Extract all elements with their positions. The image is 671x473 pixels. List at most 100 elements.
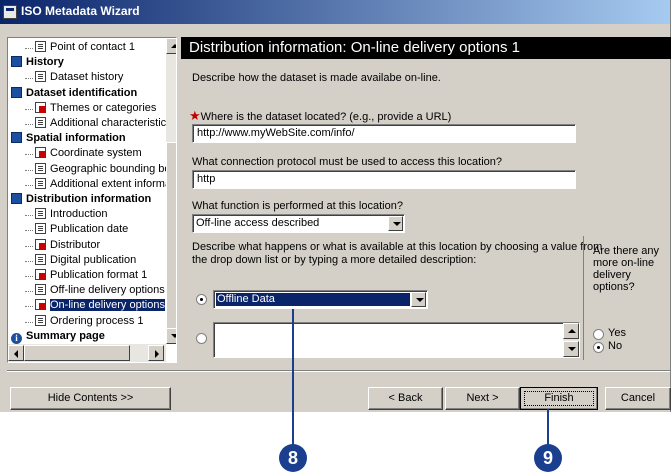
tree-item[interactable]: History [11, 55, 64, 70]
tree-connector [25, 245, 33, 247]
page-icon [35, 314, 46, 326]
describe-dropdown[interactable]: Offline Data [213, 290, 428, 309]
scroll-up-button[interactable] [166, 38, 176, 54]
tree-vertical-scrollbar[interactable] [166, 38, 176, 344]
tree-connector [25, 108, 33, 110]
tree-item-label: Dataset identification [26, 86, 138, 99]
tree-horizontal-scrollbar[interactable] [8, 344, 166, 362]
required-star-icon: ★ [189, 108, 201, 123]
tree-item[interactable]: Distributor [35, 238, 100, 253]
location-url-input[interactable]: http://www.myWebSite.com/info/ [192, 124, 576, 143]
scroll-right-button[interactable] [148, 345, 164, 361]
protocol-label: What connection protocol must be used to… [192, 156, 503, 168]
tree-item-label: Point of contact 1 [50, 41, 135, 53]
tree-item[interactable]: Publication date [35, 222, 128, 237]
scroll-thumb[interactable] [166, 142, 176, 330]
wizard-window: ISO Metadata Wizard Point of contact 1 Hi… [0, 0, 671, 412]
describe-type-radio[interactable] [196, 333, 207, 344]
hide-contents-button[interactable]: Hide Contents >> [10, 387, 171, 410]
callout-8: 8 [279, 444, 307, 472]
textarea-scroll-up[interactable] [563, 323, 579, 339]
more-options-question: Are there any more on-line delivery opti… [593, 245, 659, 293]
tree-item[interactable]: Off-line delivery options [35, 283, 165, 298]
location-label: Where is the dataset located? (e.g., pro… [200, 111, 452, 123]
tree-item-label: Ordering process 1 [50, 314, 144, 327]
yes-label: Yes [608, 327, 626, 339]
finish-button[interactable]: Finish [520, 387, 598, 410]
tree-connector [25, 291, 33, 293]
more-options-group: Are there any more on-line delivery opti… [583, 236, 670, 360]
book-icon [11, 193, 22, 204]
callout-8-line [292, 309, 294, 445]
describe-dropdown-value: Offline Data [217, 293, 275, 305]
tree-item[interactable]: Coordinate system [35, 146, 142, 161]
tree-item-label: Distributor [50, 238, 101, 251]
app-icon [3, 5, 17, 19]
tree-connector [25, 215, 33, 217]
page-icon [35, 71, 46, 83]
tree-item[interactable]: On-line delivery options [35, 298, 165, 313]
no-radio[interactable] [593, 342, 604, 353]
textarea-scroll-down[interactable] [563, 341, 579, 357]
cancel-button[interactable]: Cancel [605, 387, 671, 410]
tree-item[interactable]: Introduction [35, 207, 107, 222]
function-dropdown[interactable]: Off-line access described [192, 214, 405, 233]
describe-choose-radio[interactable] [196, 294, 207, 305]
tree-item[interactable]: Spatial information [11, 131, 126, 146]
tree-item[interactable]: Dataset history [35, 70, 123, 85]
tree-item-label: Themes or categories [50, 101, 157, 114]
tree-connector [25, 260, 33, 262]
tree-item[interactable]: Additional extent informa [35, 177, 171, 192]
tree-item-label: Digital publication [50, 253, 137, 266]
page-icon [35, 284, 46, 296]
describe-textarea[interactable] [213, 322, 580, 358]
required-page-icon [35, 147, 46, 159]
required-page-icon [35, 101, 46, 113]
callout-9-line [547, 409, 549, 445]
next-button[interactable]: Next > [445, 387, 520, 410]
info-icon: i [11, 332, 22, 344]
yes-radio[interactable] [593, 329, 604, 340]
tree-item-label: Additional characteristics [50, 117, 172, 129]
no-label: No [608, 340, 623, 352]
tree-item[interactable]: Geographic bounding bo [35, 162, 170, 177]
page-description: Describe how the dataset is made availab… [192, 72, 441, 84]
page-icon [35, 117, 46, 128]
scroll-left-button[interactable] [8, 345, 24, 361]
location-label-wrap: ★Where is the dataset located? (e.g., pr… [189, 108, 451, 124]
function-dropdown-value: Off-line access described [196, 217, 320, 229]
tree-item-label: On-line delivery options [50, 299, 165, 312]
tree-item[interactable]: Point of contact 1 [35, 40, 135, 55]
tree-connector [25, 124, 33, 125]
tree-item-label: Distribution information [26, 193, 152, 205]
tree-item[interactable]: Digital publication [35, 253, 136, 268]
tree-item[interactable]: Distribution information [11, 192, 151, 207]
protocol-input[interactable]: http [192, 170, 576, 189]
chevron-down-icon[interactable] [411, 292, 426, 307]
scroll-down-button[interactable] [166, 328, 176, 344]
tree-item[interactable]: Dataset identification [11, 86, 137, 101]
textarea-scrollbar[interactable] [563, 323, 579, 357]
tree-item-label: History [26, 56, 64, 69]
horizontal-scroll-thumb[interactable] [24, 345, 130, 361]
tree-item-label: Off-line delivery options [50, 284, 165, 297]
more-options-line: more on-line [593, 257, 655, 269]
window-title: ISO Metadata Wizard [21, 4, 140, 18]
tree-item-label: Introduction [50, 208, 108, 221]
tree-item[interactable]: Publication format 1 [35, 268, 147, 283]
title-bar[interactable]: ISO Metadata Wizard [0, 0, 670, 24]
tree-connector [25, 169, 33, 171]
chevron-down-icon[interactable] [388, 216, 403, 231]
function-label: What function is performed at this locat… [192, 200, 403, 212]
tree-item-label: Dataset history [50, 71, 124, 84]
book-icon [11, 132, 22, 144]
more-options-line: Are there any [593, 245, 660, 257]
back-button[interactable]: < Back [368, 387, 443, 410]
tree-item[interactable]: Themes or categories [35, 101, 156, 116]
page-icon [35, 223, 46, 235]
tree-item[interactable]: Additional characteristics [35, 116, 172, 131]
tree-item[interactable]: Ordering process 1 [35, 314, 144, 329]
footer-divider [7, 370, 670, 372]
required-page-icon [35, 269, 46, 280]
tree-item[interactable]: i Summary page [11, 329, 105, 344]
